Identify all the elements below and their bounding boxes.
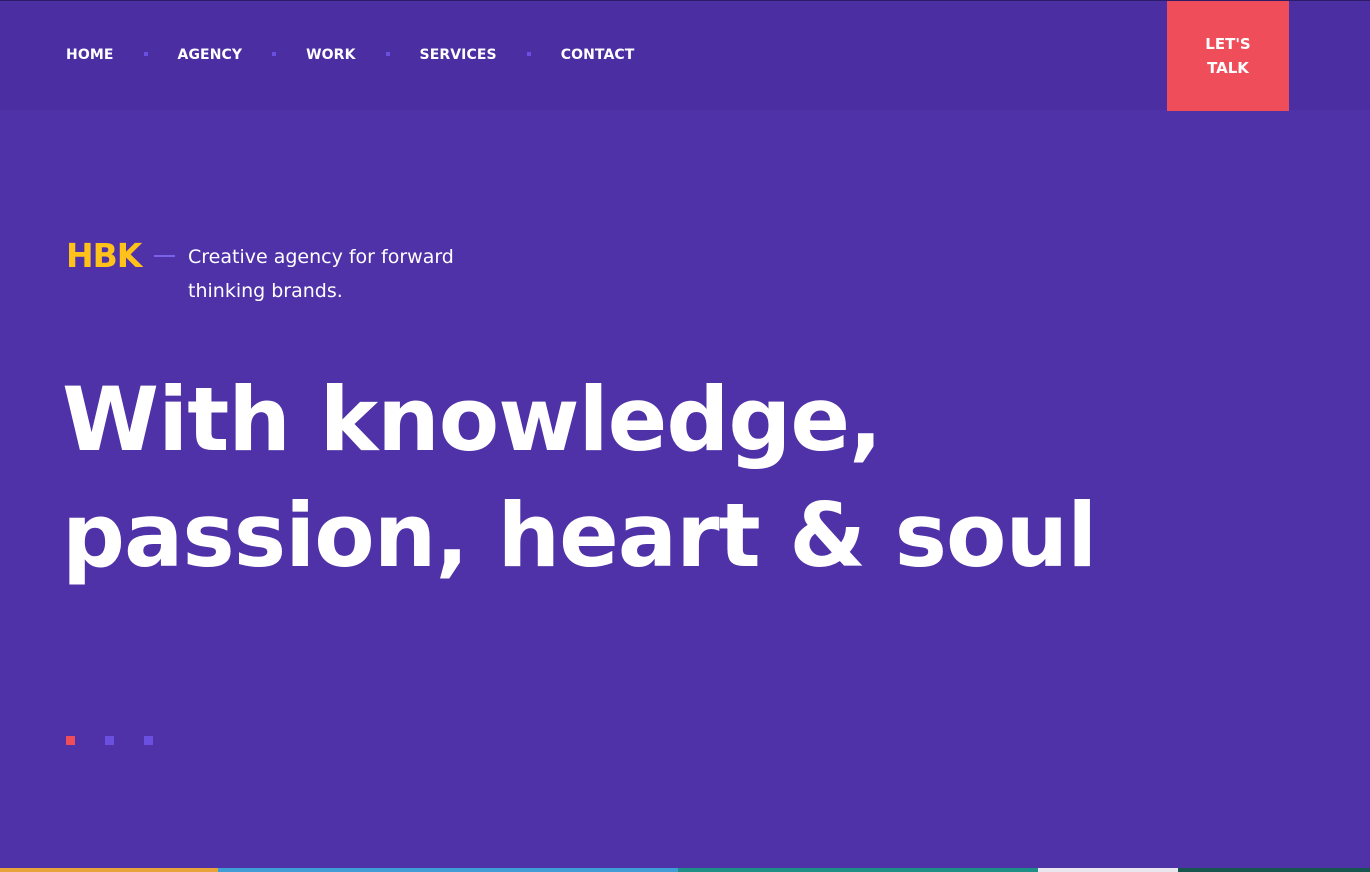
nav-item-agency[interactable]: AGENCY (178, 47, 243, 63)
strip-segment (218, 868, 678, 872)
nav-separator (385, 52, 390, 56)
hero-headline-line-1: With knowledge, (62, 368, 882, 471)
hero-headline-line-2: passion, heart & soul (62, 484, 1097, 587)
slider-dots (66, 736, 153, 745)
nav-item-services[interactable]: SERVICES (420, 47, 497, 63)
main-nav: HOME AGENCY WORK SERVICES CONTACT (66, 45, 634, 65)
nav-separator (272, 52, 277, 56)
hero-headline: With knowledge, passion, heart & soul (62, 362, 1212, 594)
lets-talk-label: LET'S TALK (1205, 35, 1251, 77)
header: HOME AGENCY WORK SERVICES CONTACT LET'S … (0, 0, 1370, 111)
nav-separator (143, 52, 148, 56)
nav-item-work[interactable]: WORK (306, 47, 355, 63)
slider-dot[interactable] (144, 736, 153, 745)
nav-item-contact[interactable]: CONTACT (561, 47, 635, 63)
page: HOME AGENCY WORK SERVICES CONTACT LET'S … (0, 0, 1370, 872)
strip-segment (678, 868, 1038, 872)
strip-segment (1178, 868, 1370, 872)
brand-tagline: Creative agency for forward thinking bra… (188, 246, 454, 302)
brand-logo[interactable]: HBK (66, 238, 142, 274)
bottom-color-strip (0, 868, 1370, 872)
lets-talk-button[interactable]: LET'S TALK (1167, 1, 1289, 111)
nav-item-home[interactable]: HOME (66, 47, 114, 63)
strip-segment (0, 868, 218, 872)
strip-segment (1038, 868, 1178, 872)
slider-dot[interactable] (105, 736, 114, 745)
slider-dot[interactable] (66, 736, 75, 745)
nav-separator (526, 52, 531, 56)
brand-divider (154, 255, 175, 257)
